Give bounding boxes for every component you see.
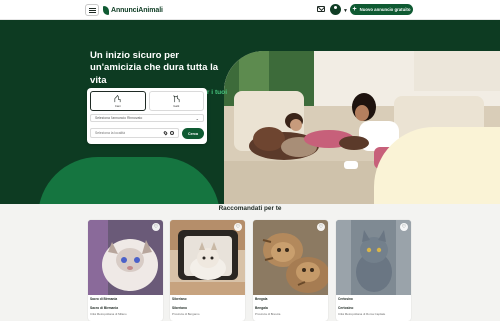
tab-dogs-label: Cani: [114, 103, 121, 108]
hamburger-menu-button[interactable]: [85, 4, 99, 16]
listing-photo: [336, 220, 411, 295]
listing-breed: Siberiano: [172, 306, 188, 310]
site-logo[interactable]: AnnunciAnimali: [103, 5, 163, 15]
listing-location: Provincia di Brescia: [255, 312, 281, 316]
gps-locate-icon[interactable]: [170, 131, 174, 135]
tab-cats[interactable]: Gatti: [148, 91, 204, 111]
listing-location: Città Metropolitana di Roma Capitale: [338, 312, 386, 316]
post-ad-button[interactable]: + Nuovo annuncio gratuito: [350, 4, 413, 15]
listing-location: Provincia di Bergamo: [172, 312, 200, 316]
listing-photo: [88, 220, 163, 295]
location-pin-icon[interactable]: [163, 130, 168, 136]
top-header: AnnunciAnimali ▼ + Nuovo annuncio gratui…: [0, 0, 500, 20]
listing-category: Siberiano: [172, 297, 187, 301]
listing-type-select[interactable]: Seleziona l'annuncio Rinnovato ⌄: [90, 114, 204, 122]
listing-breed: Certosino: [338, 306, 354, 310]
mail-icon[interactable]: [317, 6, 325, 12]
tab-dogs[interactable]: Cani: [90, 91, 146, 111]
user-avatar[interactable]: [330, 4, 341, 15]
hero-section: Un inizio sicuro per un'amicizia che dur…: [0, 20, 500, 204]
listing-card[interactable]: ♡ Certosino Certosino Città Metropolitan…: [336, 220, 411, 321]
dog-icon: [114, 94, 121, 102]
favorite-heart-icon[interactable]: ♡: [152, 223, 160, 231]
location-input-placeholder: Seleziona la località: [95, 131, 125, 135]
listing-type-select-value: Seleziona l'annuncio Rinnovato: [95, 116, 143, 120]
animal-type-tabs: Cani Gatti: [90, 91, 204, 111]
listing-card[interactable]: ♡ Bengala Bengala Provincia di Brescia: [253, 220, 328, 321]
search-card: Cani Gatti Seleziona l'annuncio Rinnovat…: [87, 88, 207, 144]
listing-breed: Sacro di Birmania: [90, 306, 119, 310]
cat-icon: [172, 94, 180, 102]
listing-location: Città Metropolitana di Milano: [90, 312, 127, 316]
listing-photo: [253, 220, 328, 295]
post-ad-button-label: Nuovo annuncio gratuito: [359, 7, 411, 12]
listing-category: Sacro di Birmania: [90, 297, 118, 301]
tab-cats-label: Gatti: [173, 103, 180, 108]
chevron-down-icon: ⌄: [195, 115, 199, 121]
chevron-down-icon[interactable]: ▼: [343, 8, 348, 14]
favorite-heart-icon[interactable]: ♡: [317, 223, 325, 231]
listing-card[interactable]: ♡ Sacro di Birmania Sacro di Birmania Ci…: [88, 220, 163, 321]
hero-photo: [224, 51, 500, 204]
listing-photo: [170, 220, 245, 295]
favorite-heart-icon[interactable]: ♡: [400, 223, 408, 231]
recommended-title: Raccomandati per te: [218, 205, 282, 212]
listing-category: Bengala: [255, 297, 268, 301]
location-input[interactable]: Seleziona la località: [90, 128, 179, 138]
hero-decorative-shape: [38, 157, 220, 204]
plus-icon: +: [352, 6, 357, 13]
listing-category: Certosino: [338, 297, 353, 301]
listing-breed: Bengala: [255, 306, 268, 310]
search-button[interactable]: Cerca: [182, 128, 204, 139]
listing-card[interactable]: ♡ Siberiano Siberiano Provincia di Berga…: [170, 220, 245, 321]
logo-text: AnnunciAnimali: [111, 6, 163, 14]
favorite-heart-icon[interactable]: ♡: [234, 223, 242, 231]
hero-title: Un inizio sicuro per un'amicizia che dur…: [90, 50, 219, 86]
logo-leaf-icon: [103, 5, 109, 15]
